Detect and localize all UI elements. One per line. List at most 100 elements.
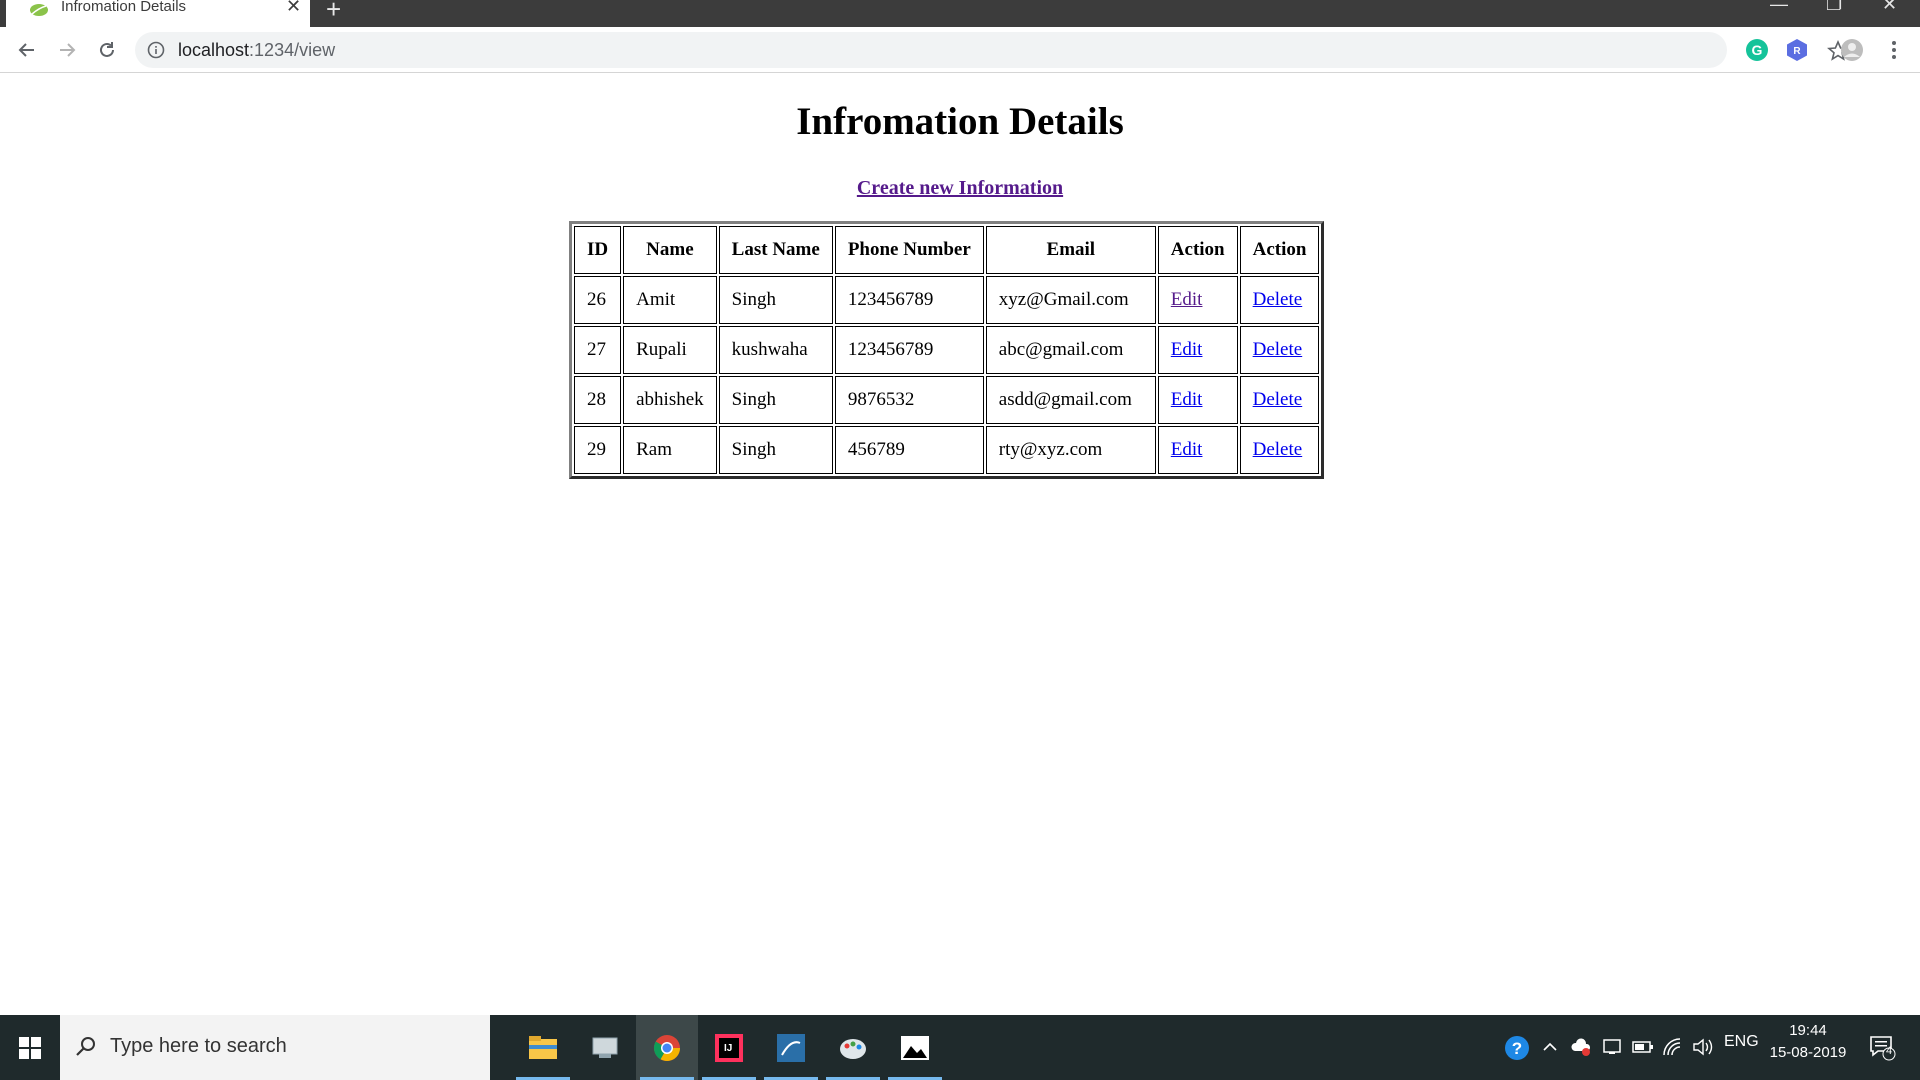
paint-palette-icon: [840, 1038, 866, 1059]
cell-delete: Delete: [1239, 326, 1320, 374]
back-button[interactable]: [12, 35, 42, 65]
reload-icon: [100, 42, 114, 57]
paint-app[interactable]: [822, 1015, 884, 1080]
cell-email: xyz@Gmail.com: [985, 276, 1156, 324]
cell-id: 26: [574, 276, 622, 324]
cell-id: 27: [574, 326, 622, 374]
help-icon[interactable]: ?: [1504, 1035, 1530, 1061]
create-new-information-link[interactable]: Create new Information: [857, 177, 1063, 199]
header-last-name: Last Name: [718, 226, 833, 274]
start-button[interactable]: [0, 1015, 60, 1080]
new-tab-button[interactable]: +: [326, 0, 341, 25]
svg-text:?: ?: [1512, 1039, 1522, 1058]
mysql-workbench-app[interactable]: [760, 1015, 822, 1080]
battery-icon[interactable]: [1632, 1039, 1654, 1055]
cell-id: 29: [574, 426, 622, 474]
cell-last-name: Singh: [718, 426, 833, 474]
control-panel-icon: [592, 1037, 618, 1058]
speaker-icon[interactable]: [1692, 1037, 1714, 1057]
taskbar-clock[interactable]: 19:44 15-08-2019: [1768, 1020, 1848, 1064]
browser-toolbar: localhost:1234/view G R: [0, 27, 1920, 73]
header-email: Email: [985, 226, 1156, 274]
close-window-icon[interactable]: ✕: [1882, 0, 1897, 15]
back-arrow-icon: [18, 43, 34, 57]
control-panel-app[interactable]: [574, 1015, 636, 1080]
chevron-up-icon[interactable]: [1542, 1039, 1558, 1055]
extension-r-icon[interactable]: R: [1785, 38, 1809, 62]
edit-link[interactable]: Edit: [1171, 439, 1203, 460]
edit-link[interactable]: Edit: [1171, 389, 1203, 410]
file-explorer-app[interactable]: [512, 1015, 574, 1080]
profile-avatar-icon[interactable]: [1840, 38, 1864, 62]
svg-text:IJ: IJ: [724, 1043, 732, 1054]
url-text: localhost:1234/view: [178, 40, 335, 61]
intellij-icon: IJ: [715, 1033, 743, 1062]
grammarly-icon[interactable]: G: [1745, 38, 1769, 62]
tab-close-icon[interactable]: ✕: [286, 0, 301, 17]
svg-text:R: R: [1793, 46, 1801, 57]
cell-last-name: Singh: [718, 376, 833, 424]
cell-delete: Delete: [1239, 426, 1320, 474]
more-menu-icon[interactable]: [1882, 38, 1906, 62]
action-center-button[interactable]: 4: [1868, 1033, 1896, 1066]
delete-link[interactable]: Delete: [1253, 339, 1303, 360]
forward-arrow-icon: [60, 43, 76, 57]
svg-text:G: G: [1752, 42, 1763, 58]
tab-title: Infromation Details: [61, 0, 187, 15]
cell-phone: 123456789: [834, 326, 984, 374]
table-row: 29 Ram Singh 456789 rty@xyz.com Edit Del…: [574, 426, 1320, 474]
mysql-workbench-icon: [777, 1033, 805, 1062]
cloud-sync-icon[interactable]: [1570, 1037, 1592, 1057]
cell-last-name: Singh: [718, 276, 833, 324]
cell-name: abhishek: [623, 376, 717, 424]
information-table: ID Name Last Name Phone Number Email Act…: [569, 221, 1325, 479]
table-row: 27 Rupali kushwaha 123456789 abc@gmail.c…: [574, 326, 1320, 374]
photos-app[interactable]: [884, 1015, 946, 1080]
cell-delete: Delete: [1239, 276, 1320, 324]
chrome-app[interactable]: [636, 1015, 698, 1080]
wifi-icon[interactable]: [1662, 1037, 1684, 1057]
language-indicator[interactable]: ENG: [1724, 1033, 1759, 1051]
windows-taskbar: Type here to search IJ ? ENG 19:44 15-08…: [0, 1015, 1920, 1080]
browser-tab[interactable]: Infromation Details ✕: [6, 0, 310, 27]
folder-icon: [529, 1035, 557, 1059]
cell-email: abc@gmail.com: [985, 326, 1156, 374]
delete-link[interactable]: Delete: [1253, 439, 1303, 460]
minimize-icon[interactable]: —: [1770, 0, 1788, 15]
cell-id: 28: [574, 376, 622, 424]
info-icon[interactable]: [147, 41, 165, 59]
cell-name: Rupali: [623, 326, 717, 374]
edit-link[interactable]: Edit: [1171, 289, 1203, 310]
delete-link[interactable]: Delete: [1253, 389, 1303, 410]
taskbar-search-box[interactable]: Type here to search: [60, 1015, 490, 1080]
windows-logo-icon: [19, 1036, 41, 1059]
cell-edit: Edit: [1157, 276, 1238, 324]
address-bar[interactable]: localhost:1234/view: [135, 32, 1849, 68]
photos-icon: [901, 1035, 929, 1060]
notification-count: 4: [1885, 1045, 1893, 1057]
header-id: ID: [574, 226, 622, 274]
url-host: localhost: [178, 40, 250, 60]
delete-link[interactable]: Delete: [1253, 289, 1303, 310]
cell-email: rty@xyz.com: [985, 426, 1156, 474]
header-action-edit: Action: [1157, 226, 1238, 274]
cell-edit: Edit: [1157, 326, 1238, 374]
cell-edit: Edit: [1157, 426, 1238, 474]
cell-phone: 9876532: [834, 376, 984, 424]
reload-button[interactable]: [92, 35, 122, 65]
restore-icon[interactable]: ❐: [1826, 0, 1842, 15]
header-action-delete: Action: [1239, 226, 1320, 274]
clock-time: 19:44: [1789, 1022, 1827, 1039]
page-title: Infromation Details: [796, 100, 1124, 143]
table-header-row: ID Name Last Name Phone Number Email Act…: [574, 226, 1320, 274]
cell-email: asdd@gmail.com: [985, 376, 1156, 424]
url-path: :1234/view: [249, 40, 336, 60]
edit-link[interactable]: Edit: [1171, 339, 1203, 360]
table-row: 26 Amit Singh 123456789 xyz@Gmail.com Ed…: [574, 276, 1320, 324]
search-icon: [76, 1037, 95, 1056]
intellij-app[interactable]: IJ: [698, 1015, 760, 1080]
forward-button[interactable]: [52, 35, 82, 65]
display-icon[interactable]: [1602, 1037, 1622, 1057]
table-row: 28 abhishek Singh 9876532 asdd@gmail.com…: [574, 376, 1320, 424]
header-name: Name: [623, 226, 717, 274]
